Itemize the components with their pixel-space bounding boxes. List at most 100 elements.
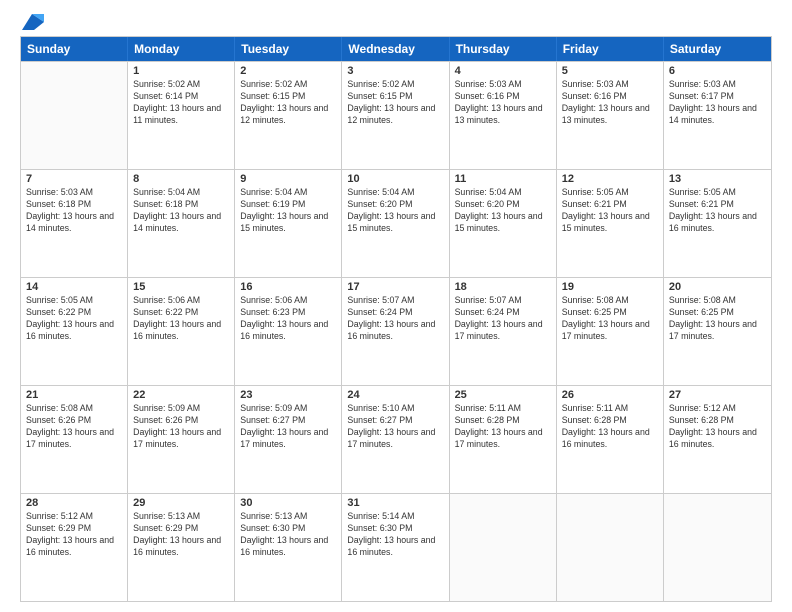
cell-info: Sunrise: 5:02 AMSunset: 6:14 PMDaylight:… bbox=[133, 79, 229, 127]
cell-info: Sunrise: 5:14 AMSunset: 6:30 PMDaylight:… bbox=[347, 511, 443, 559]
calendar-cell bbox=[664, 494, 771, 601]
calendar-cell: 22 Sunrise: 5:09 AMSunset: 6:26 PMDayligh… bbox=[128, 386, 235, 493]
weekday-header: Sunday bbox=[21, 37, 128, 61]
weekday-header: Thursday bbox=[450, 37, 557, 61]
day-number: 20 bbox=[669, 281, 766, 293]
day-number: 15 bbox=[133, 281, 229, 293]
cell-info: Sunrise: 5:03 AMSunset: 6:18 PMDaylight:… bbox=[26, 187, 122, 235]
day-number: 2 bbox=[240, 65, 336, 77]
cell-info: Sunrise: 5:13 AMSunset: 6:29 PMDaylight:… bbox=[133, 511, 229, 559]
calendar-cell: 14 Sunrise: 5:05 AMSunset: 6:22 PMDayligh… bbox=[21, 278, 128, 385]
cell-info: Sunrise: 5:03 AMSunset: 6:16 PMDaylight:… bbox=[455, 79, 551, 127]
day-number: 17 bbox=[347, 281, 443, 293]
day-number: 25 bbox=[455, 389, 551, 401]
cell-info: Sunrise: 5:09 AMSunset: 6:26 PMDaylight:… bbox=[133, 403, 229, 451]
day-number: 18 bbox=[455, 281, 551, 293]
day-number: 28 bbox=[26, 497, 122, 509]
calendar-row: 14 Sunrise: 5:05 AMSunset: 6:22 PMDayligh… bbox=[21, 277, 771, 385]
calendar-cell bbox=[450, 494, 557, 601]
day-number: 1 bbox=[133, 65, 229, 77]
day-number: 30 bbox=[240, 497, 336, 509]
cell-info: Sunrise: 5:12 AMSunset: 6:28 PMDaylight:… bbox=[669, 403, 766, 451]
calendar-cell: 29 Sunrise: 5:13 AMSunset: 6:29 PMDayligh… bbox=[128, 494, 235, 601]
calendar-cell: 31 Sunrise: 5:14 AMSunset: 6:30 PMDayligh… bbox=[342, 494, 449, 601]
weekday-header: Monday bbox=[128, 37, 235, 61]
day-number: 11 bbox=[455, 173, 551, 185]
cell-info: Sunrise: 5:02 AMSunset: 6:15 PMDaylight:… bbox=[347, 79, 443, 127]
calendar-cell: 7 Sunrise: 5:03 AMSunset: 6:18 PMDaylight… bbox=[21, 170, 128, 277]
day-number: 26 bbox=[562, 389, 658, 401]
calendar-cell: 24 Sunrise: 5:10 AMSunset: 6:27 PMDayligh… bbox=[342, 386, 449, 493]
day-number: 16 bbox=[240, 281, 336, 293]
calendar-body: 1 Sunrise: 5:02 AMSunset: 6:14 PMDaylight… bbox=[21, 61, 771, 601]
calendar-row: 21 Sunrise: 5:08 AMSunset: 6:26 PMDayligh… bbox=[21, 385, 771, 493]
cell-info: Sunrise: 5:13 AMSunset: 6:30 PMDaylight:… bbox=[240, 511, 336, 559]
cell-info: Sunrise: 5:04 AMSunset: 6:18 PMDaylight:… bbox=[133, 187, 229, 235]
cell-info: Sunrise: 5:11 AMSunset: 6:28 PMDaylight:… bbox=[455, 403, 551, 451]
calendar-header: SundayMondayTuesdayWednesdayThursdayFrid… bbox=[21, 37, 771, 61]
logo-icon bbox=[22, 14, 44, 30]
header bbox=[20, 18, 772, 30]
cell-info: Sunrise: 5:03 AMSunset: 6:17 PMDaylight:… bbox=[669, 79, 766, 127]
cell-info: Sunrise: 5:08 AMSunset: 6:25 PMDaylight:… bbox=[562, 295, 658, 343]
cell-info: Sunrise: 5:08 AMSunset: 6:26 PMDaylight:… bbox=[26, 403, 122, 451]
cell-info: Sunrise: 5:06 AMSunset: 6:22 PMDaylight:… bbox=[133, 295, 229, 343]
cell-info: Sunrise: 5:12 AMSunset: 6:29 PMDaylight:… bbox=[26, 511, 122, 559]
calendar-cell: 19Sunrise: 5:08 AMSunset: 6:25 PMDayligh… bbox=[557, 278, 664, 385]
day-number: 6 bbox=[669, 65, 766, 77]
calendar-cell: 18 Sunrise: 5:07 AMSunset: 6:24 PMDayligh… bbox=[450, 278, 557, 385]
cell-info: Sunrise: 5:04 AMSunset: 6:20 PMDaylight:… bbox=[347, 187, 443, 235]
day-number: 23 bbox=[240, 389, 336, 401]
page: SundayMondayTuesdayWednesdayThursdayFrid… bbox=[0, 0, 792, 612]
day-number: 5 bbox=[562, 65, 658, 77]
calendar-cell: 27Sunrise: 5:12 AMSunset: 6:28 PMDayligh… bbox=[664, 386, 771, 493]
calendar-cell: 20 Sunrise: 5:08 AMSunset: 6:25 PMDayligh… bbox=[664, 278, 771, 385]
calendar-cell: 4 Sunrise: 5:03 AMSunset: 6:16 PMDaylight… bbox=[450, 62, 557, 169]
calendar-cell bbox=[557, 494, 664, 601]
calendar-cell: 2 Sunrise: 5:02 AMSunset: 6:15 PMDaylight… bbox=[235, 62, 342, 169]
cell-info: Sunrise: 5:10 AMSunset: 6:27 PMDaylight:… bbox=[347, 403, 443, 451]
cell-info: Sunrise: 5:02 AMSunset: 6:15 PMDaylight:… bbox=[240, 79, 336, 127]
cell-info: Sunrise: 5:05 AMSunset: 6:21 PMDaylight:… bbox=[562, 187, 658, 235]
day-number: 21 bbox=[26, 389, 122, 401]
calendar-cell bbox=[21, 62, 128, 169]
cell-info: Sunrise: 5:09 AMSunset: 6:27 PMDaylight:… bbox=[240, 403, 336, 451]
calendar-cell: 15 Sunrise: 5:06 AMSunset: 6:22 PMDayligh… bbox=[128, 278, 235, 385]
day-number: 12 bbox=[562, 173, 658, 185]
cell-info: Sunrise: 5:06 AMSunset: 6:23 PMDaylight:… bbox=[240, 295, 336, 343]
cell-info: Sunrise: 5:05 AMSunset: 6:21 PMDaylight:… bbox=[669, 187, 766, 235]
day-number: 9 bbox=[240, 173, 336, 185]
calendar-cell: 13 Sunrise: 5:05 AMSunset: 6:21 PMDayligh… bbox=[664, 170, 771, 277]
calendar-cell: 16 Sunrise: 5:06 AMSunset: 6:23 PMDayligh… bbox=[235, 278, 342, 385]
calendar-cell: 12 Sunrise: 5:05 AMSunset: 6:21 PMDayligh… bbox=[557, 170, 664, 277]
weekday-header: Wednesday bbox=[342, 37, 449, 61]
day-number: 4 bbox=[455, 65, 551, 77]
calendar-cell: 28 Sunrise: 5:12 AMSunset: 6:29 PMDayligh… bbox=[21, 494, 128, 601]
cell-info: Sunrise: 5:04 AMSunset: 6:19 PMDaylight:… bbox=[240, 187, 336, 235]
calendar-cell: 3Sunrise: 5:02 AMSunset: 6:15 PMDaylight… bbox=[342, 62, 449, 169]
calendar-cell: 1 Sunrise: 5:02 AMSunset: 6:14 PMDaylight… bbox=[128, 62, 235, 169]
day-number: 24 bbox=[347, 389, 443, 401]
calendar-cell: 11 Sunrise: 5:04 AMSunset: 6:20 PMDayligh… bbox=[450, 170, 557, 277]
weekday-header: Friday bbox=[557, 37, 664, 61]
day-number: 13 bbox=[669, 173, 766, 185]
day-number: 14 bbox=[26, 281, 122, 293]
cell-info: Sunrise: 5:08 AMSunset: 6:25 PMDaylight:… bbox=[669, 295, 766, 343]
calendar-cell: 21 Sunrise: 5:08 AMSunset: 6:26 PMDayligh… bbox=[21, 386, 128, 493]
calendar-cell: 6 Sunrise: 5:03 AMSunset: 6:17 PMDaylight… bbox=[664, 62, 771, 169]
day-number: 7 bbox=[26, 173, 122, 185]
cell-info: Sunrise: 5:04 AMSunset: 6:20 PMDaylight:… bbox=[455, 187, 551, 235]
cell-info: Sunrise: 5:07 AMSunset: 6:24 PMDaylight:… bbox=[347, 295, 443, 343]
day-number: 22 bbox=[133, 389, 229, 401]
cell-info: Sunrise: 5:05 AMSunset: 6:22 PMDaylight:… bbox=[26, 295, 122, 343]
calendar-cell: 5Sunrise: 5:03 AMSunset: 6:16 PMDaylight… bbox=[557, 62, 664, 169]
day-number: 29 bbox=[133, 497, 229, 509]
day-number: 31 bbox=[347, 497, 443, 509]
calendar-cell: 23 Sunrise: 5:09 AMSunset: 6:27 PMDayligh… bbox=[235, 386, 342, 493]
calendar-cell: 9 Sunrise: 5:04 AMSunset: 6:19 PMDaylight… bbox=[235, 170, 342, 277]
calendar: SundayMondayTuesdayWednesdayThursdayFrid… bbox=[20, 36, 772, 602]
cell-info: Sunrise: 5:07 AMSunset: 6:24 PMDaylight:… bbox=[455, 295, 551, 343]
logo bbox=[20, 18, 44, 30]
calendar-row: 1 Sunrise: 5:02 AMSunset: 6:14 PMDaylight… bbox=[21, 61, 771, 169]
calendar-row: 28 Sunrise: 5:12 AMSunset: 6:29 PMDayligh… bbox=[21, 493, 771, 601]
